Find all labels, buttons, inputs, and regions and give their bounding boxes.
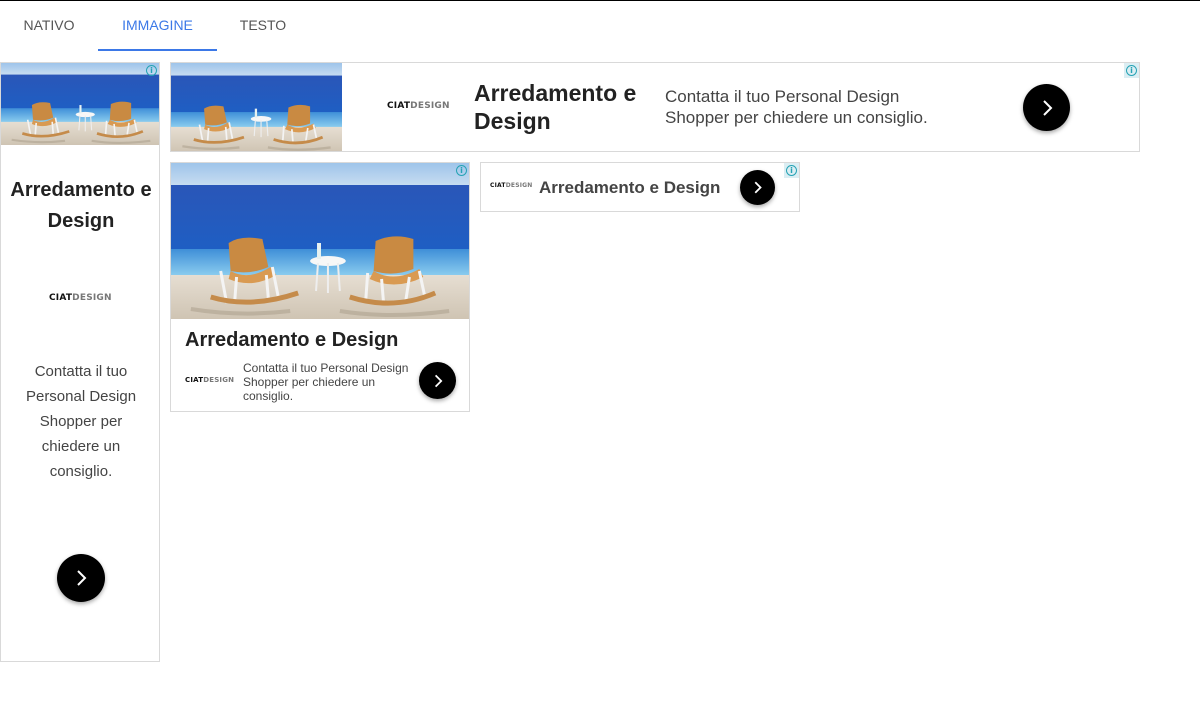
ad-description: Contatta il tuo Personal Design Shopper … xyxy=(665,87,928,127)
tab-testo[interactable]: TESTO xyxy=(217,1,309,51)
ad-leaderboard[interactable]: i CIATDESIGN Arredamento e Design Contat… xyxy=(170,62,1140,152)
adchoices-button[interactable]: i xyxy=(144,63,159,78)
ad-headline: Arredamento e Design xyxy=(474,80,637,134)
info-icon: i xyxy=(786,165,797,176)
info-icon: i xyxy=(456,165,467,176)
cta-button[interactable] xyxy=(57,554,105,602)
adchoices-button[interactable]: i xyxy=(1124,63,1139,78)
cta-button[interactable] xyxy=(1023,84,1070,131)
adchoices-button[interactable]: i xyxy=(454,163,469,178)
ad-product-image xyxy=(171,163,469,319)
advertiser-logo: CIATDESIGN xyxy=(49,293,112,303)
advertiser-logo: CIATDESIGN xyxy=(490,182,533,189)
ad-description: Contatta il tuo Personal Design Shopper … xyxy=(243,361,409,403)
tab-label: TESTO xyxy=(239,17,287,33)
chevron-right-icon xyxy=(1042,99,1052,116)
tab-label: IMMAGINE xyxy=(122,17,193,33)
chevron-right-icon xyxy=(77,570,87,586)
cta-button[interactable] xyxy=(419,362,456,399)
ad-skyscraper[interactable]: i Arredamento e Design CIATDESIGN Contat… xyxy=(0,62,160,662)
tab-immagine[interactable]: IMMAGINE xyxy=(98,1,217,51)
chevron-right-icon xyxy=(434,374,442,387)
ad-headline: Arredamento e Design xyxy=(539,178,721,197)
adchoices-button[interactable]: i xyxy=(784,163,799,178)
info-icon: i xyxy=(146,65,157,76)
ad-product-image xyxy=(1,63,159,145)
ad-headline: Arredamento e Design xyxy=(185,329,399,351)
cta-button[interactable] xyxy=(740,170,775,205)
ad-medium-rectangle[interactable]: i Arredamento e Design CIATDESIGN Contat… xyxy=(170,162,470,412)
ad-headline: Arredamento e Design xyxy=(10,179,152,232)
format-tabs: NATIVO IMMAGINE TESTO xyxy=(0,1,1200,51)
chevron-right-icon xyxy=(754,181,762,194)
advertiser-logo: CIATDESIGN xyxy=(387,101,450,111)
ad-small-banner[interactable]: i CIATDESIGN Arredamento e Design xyxy=(480,162,800,212)
active-tab-indicator xyxy=(98,49,217,51)
tab-nativo[interactable]: NATIVO xyxy=(0,1,98,51)
advertiser-logo: CIATDESIGN xyxy=(185,376,235,384)
ad-product-image xyxy=(171,63,342,151)
info-icon: i xyxy=(1126,65,1137,76)
ad-description: Contatta il tuo Personal Design Shopper … xyxy=(25,363,137,480)
tab-label: NATIVO xyxy=(23,17,75,33)
